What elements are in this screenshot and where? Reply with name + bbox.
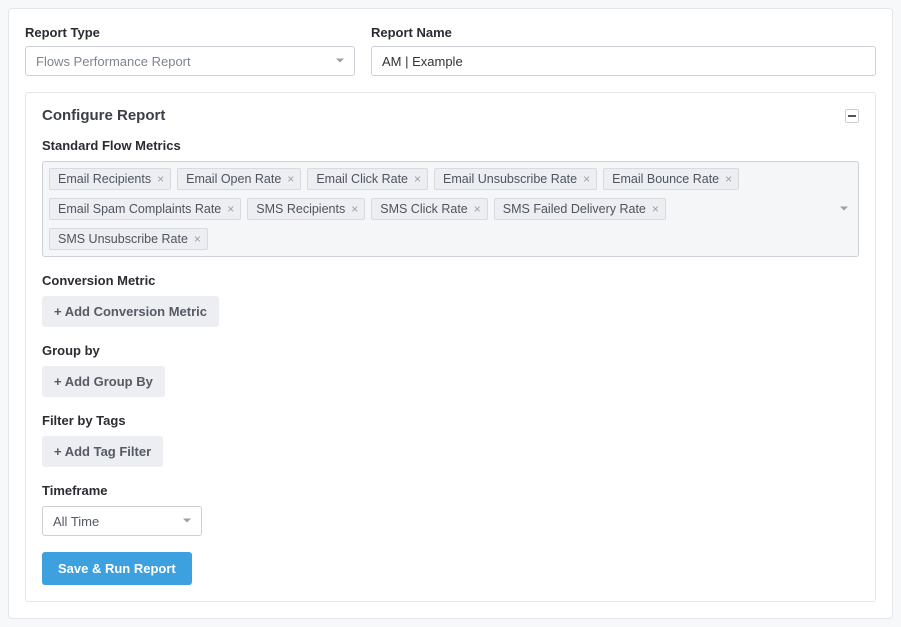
configure-header: Configure Report <box>42 107 859 124</box>
configure-title: Configure Report <box>42 107 165 124</box>
metric-tag-label: SMS Failed Delivery Rate <box>503 202 646 216</box>
metric-tag-label: SMS Click Rate <box>380 202 468 216</box>
metric-tag-label: Email Recipients <box>58 172 151 186</box>
remove-tag-icon[interactable]: × <box>652 203 659 215</box>
chevron-down-icon <box>336 59 344 64</box>
configure-panel: Configure Report Standard Flow Metrics E… <box>25 92 876 602</box>
remove-tag-icon[interactable]: × <box>474 203 481 215</box>
metric-tag: SMS Unsubscribe Rate × <box>49 228 208 250</box>
timeframe-section: Timeframe All Time <box>42 483 859 536</box>
conversion-metric-label: Conversion Metric <box>42 273 859 288</box>
report-type-select[interactable]: Flows Performance Report <box>25 46 355 76</box>
report-builder-container: Report Type Flows Performance Report Rep… <box>8 8 893 619</box>
collapse-button[interactable] <box>845 109 859 123</box>
chevron-down-icon <box>840 207 848 212</box>
remove-tag-icon[interactable]: × <box>725 173 732 185</box>
timeframe-label: Timeframe <box>42 483 859 498</box>
remove-tag-icon[interactable]: × <box>583 173 590 185</box>
metric-tag-label: SMS Recipients <box>256 202 345 216</box>
standard-metrics-label: Standard Flow Metrics <box>42 138 859 153</box>
report-type-value: Flows Performance Report <box>36 54 191 69</box>
remove-tag-icon[interactable]: × <box>287 173 294 185</box>
save-run-report-button[interactable]: Save & Run Report <box>42 552 192 585</box>
remove-tag-icon[interactable]: × <box>227 203 234 215</box>
standard-metrics-section: Standard Flow Metrics Email Recipients×E… <box>42 138 859 257</box>
report-name-label: Report Name <box>371 25 876 40</box>
metric-tag-label: Email Unsubscribe Rate <box>443 172 577 186</box>
report-type-label: Report Type <box>25 25 355 40</box>
header-row: Report Type Flows Performance Report Rep… <box>25 25 876 76</box>
add-tag-filter-button[interactable]: + Add Tag Filter <box>42 436 163 467</box>
metric-tag-label: SMS Unsubscribe Rate <box>58 232 188 246</box>
metric-tag: Email Open Rate × <box>177 168 301 190</box>
metrics-multiselect[interactable]: Email Recipients×Email Open Rate×Email C… <box>42 161 859 257</box>
report-name-input[interactable] <box>371 46 876 76</box>
chevron-down-icon <box>183 519 191 524</box>
metric-tag: SMS Click Rate × <box>371 198 488 220</box>
remove-tag-icon[interactable]: × <box>194 233 201 245</box>
add-conversion-metric-button[interactable]: + Add Conversion Metric <box>42 296 219 327</box>
metric-tag: SMS Recipients × <box>247 198 365 220</box>
remove-tag-icon[interactable]: × <box>414 173 421 185</box>
remove-tag-icon[interactable]: × <box>157 173 164 185</box>
timeframe-select[interactable]: All Time <box>42 506 202 536</box>
report-name-field: Report Name <box>371 25 876 76</box>
add-group-by-button[interactable]: + Add Group By <box>42 366 165 397</box>
filter-tags-section: Filter by Tags + Add Tag Filter <box>42 413 859 467</box>
metric-tag-label: Email Click Rate <box>316 172 408 186</box>
metric-tag: Email Click Rate × <box>307 168 428 190</box>
metric-tag: Email Recipients × <box>49 168 171 190</box>
metric-tag: SMS Failed Delivery Rate × <box>494 198 666 220</box>
metric-tag: Email Bounce Rate × <box>603 168 739 190</box>
filter-tags-label: Filter by Tags <box>42 413 859 428</box>
metric-tag: Email Spam Complaints Rate × <box>49 198 241 220</box>
conversion-metric-section: Conversion Metric + Add Conversion Metri… <box>42 273 859 327</box>
report-type-field: Report Type Flows Performance Report <box>25 25 355 76</box>
minus-icon <box>848 115 856 117</box>
group-by-section: Group by + Add Group By <box>42 343 859 397</box>
metric-tag-label: Email Spam Complaints Rate <box>58 202 221 216</box>
group-by-label: Group by <box>42 343 859 358</box>
remove-tag-icon[interactable]: × <box>351 203 358 215</box>
metric-tag-label: Email Open Rate <box>186 172 281 186</box>
metric-tag-label: Email Bounce Rate <box>612 172 719 186</box>
metric-tag: Email Unsubscribe Rate × <box>434 168 597 190</box>
timeframe-value: All Time <box>53 514 99 529</box>
